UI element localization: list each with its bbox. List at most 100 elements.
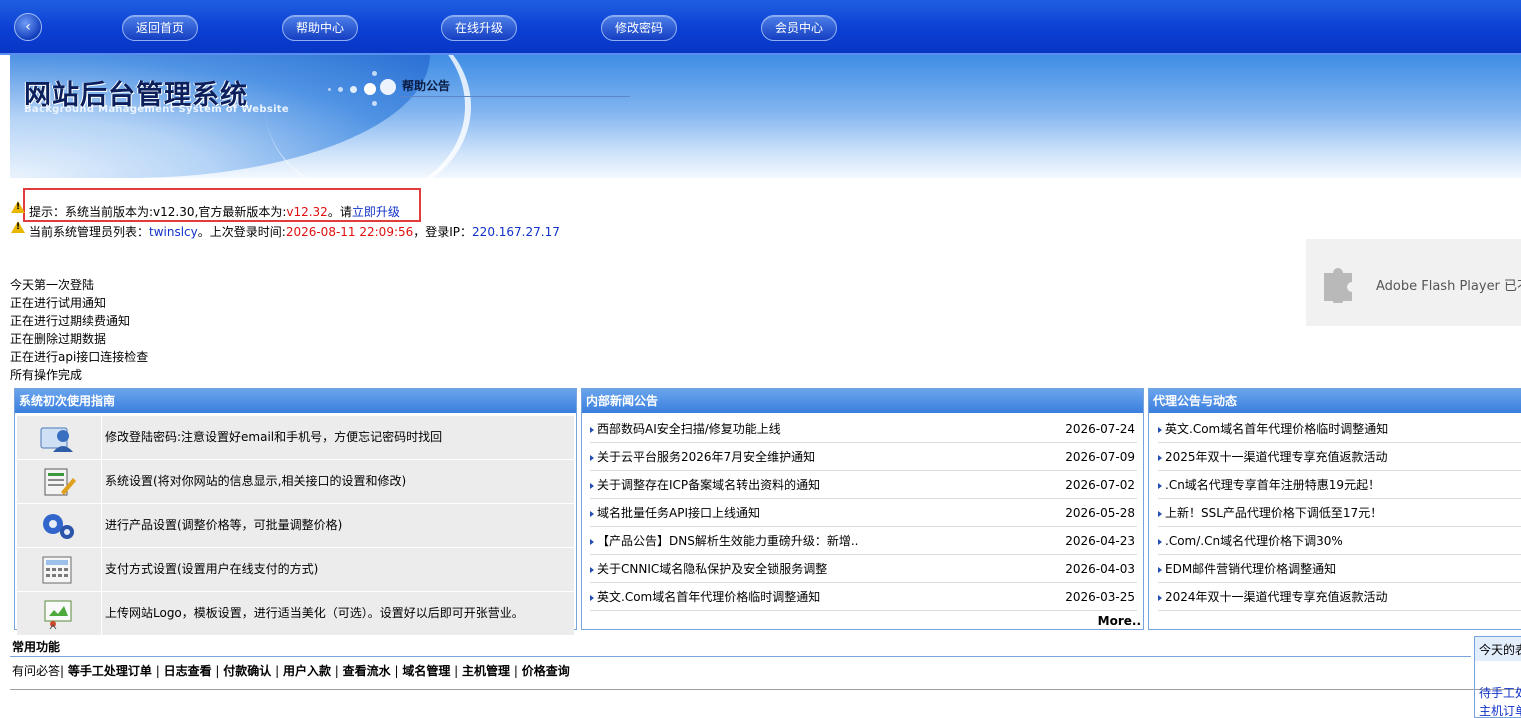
payment-confirm-link[interactable]: 付款确认 (223, 664, 271, 678)
user-deposit-link[interactable]: 用户入款 (283, 664, 331, 678)
section-title: 帮助公告 (402, 79, 451, 93)
presentation-board-icon (44, 600, 72, 630)
domain-management-link[interactable]: 域名管理 (402, 664, 450, 678)
news-item-title[interactable]: 【产品公告】DNS解析生效能力重磅升级：新增.. (597, 534, 858, 548)
bullet-arrow-icon (1158, 510, 1162, 517)
today-panel: 今天的表 待手工处 主机订单 (1474, 636, 1521, 718)
upgrade-now-link[interactable]: 立即升级 (352, 205, 400, 219)
bullet-arrow-icon (1158, 482, 1162, 489)
divider (10, 656, 1471, 657)
version-notice: 提示：系统当前版本为:v12.30,官方最新版本为:v12.32。请立即升级 (29, 203, 400, 220)
back-arrow-icon[interactable]: ‹ (14, 13, 42, 41)
nav-change-password-button[interactable]: 修改密码 (601, 15, 677, 41)
header-banner: 网站后台管理系统 Background Management System of… (10, 55, 1521, 178)
status-line: 正在删除过期数据 (10, 332, 107, 346)
news-item[interactable]: 关于调整存在ICP备案域名转出资料的通知 2026-07-02 (590, 471, 1137, 499)
news-item-title[interactable]: 域名批量任务API接口上线通知 (597, 506, 760, 520)
guide-item-text[interactable]: 系统设置(将对你网站的信息显示,相关接口的设置和修改) (101, 460, 574, 503)
nav-member-center-button[interactable]: 会员中心 (761, 15, 837, 41)
bullet-arrow-icon (590, 454, 594, 461)
agent-item-title[interactable]: 2025年双十一渠道代理专享充值返款活动 (1165, 450, 1388, 464)
pending-orders-link[interactable]: 等手工处理订单 (68, 664, 152, 678)
bullet-arrow-icon (1158, 594, 1162, 601)
flash-plugin-placeholder[interactable]: Adobe Flash Player 已不 (1306, 239, 1521, 326)
agent-item-title[interactable]: EDM邮件营销代理价格调整通知 (1165, 562, 1336, 576)
guide-item-text[interactable]: 进行产品设置(调整价格等，可批量调整价格) (101, 504, 574, 547)
status-log: 今天第一次登陆 正在进行试用通知 正在进行过期续费通知 正在删除过期数据 正在进… (10, 276, 148, 384)
transaction-log-link[interactable]: 查看流水 (343, 664, 391, 678)
agent-item-title[interactable]: .Cn域名代理专享首年注册特惠19元起！ (1165, 478, 1380, 492)
divider (10, 689, 1521, 690)
agent-item[interactable]: 英文.Com域名首年代理价格临时调整通知 (1158, 415, 1521, 443)
news-item-title[interactable]: 关于CNNIC域名隐私保护及安全锁服务调整 (597, 562, 827, 576)
faq-link[interactable]: 有问必答 (12, 664, 60, 678)
news-item-title[interactable]: 关于调整存在ICP备案域名转出资料的通知 (597, 478, 820, 492)
news-item[interactable]: 西部数码AI安全扫描/修复功能上线 2026-07-24 (590, 415, 1137, 443)
agent-item-title[interactable]: 上新！SSL产品代理价格下调低至17元！ (1165, 506, 1382, 520)
guide-item-logo-template[interactable]: 上传网站Logo，模板设置，进行适当美化（可选）。设置好以后即可开张营业。 (15, 592, 576, 636)
status-line: 今天第一次登陆 (10, 278, 95, 292)
news-item-title[interactable]: 西部数码AI安全扫描/修复功能上线 (597, 422, 781, 436)
agent-item[interactable]: 上新！SSL产品代理价格下调低至17元！ (1158, 499, 1521, 527)
top-navigation: ‹ 返回首页 帮助中心 在线升级 修改密码 会员中心 (0, 0, 1521, 55)
news-more-link[interactable]: More.. (1098, 614, 1141, 628)
news-item-date: 2026-04-03 (1065, 562, 1135, 576)
guide-item-password[interactable]: 修改登陆密码:注意设置好email和手机号，方便忘记密码时找回 (15, 416, 576, 460)
guide-item-product-settings[interactable]: 进行产品设置(调整价格等，可批量调整价格) (15, 504, 576, 548)
status-line: 正在进行试用通知 (10, 296, 107, 310)
bullet-arrow-icon (1158, 566, 1162, 573)
calculator-grid-icon (42, 556, 72, 584)
news-item-date: 2026-07-02 (1065, 478, 1135, 492)
agent-item-title[interactable]: 2024年双十一渠道代理专享充值返款活动 (1165, 590, 1388, 604)
bullet-arrow-icon (590, 482, 594, 489)
bullet-arrow-icon (590, 566, 594, 573)
bullet-arrow-icon (590, 594, 594, 601)
agent-item-title[interactable]: .Com/.Cn域名代理价格下调30% (1165, 534, 1343, 548)
admin-list-label: 当前系统管理员列表： (29, 225, 150, 239)
agent-item[interactable]: EDM邮件营销代理价格调整通知 (1158, 555, 1521, 583)
guide-item-text[interactable]: 修改登陆密码:注意设置好email和手机号，方便忘记密码时找回 (101, 416, 574, 459)
guide-item-text[interactable]: 支付方式设置(设置用户在线支付的方式) (101, 548, 574, 591)
today-host-orders-link[interactable]: 主机订单 (1479, 702, 1521, 717)
agent-item-title[interactable]: 英文.Com域名首年代理价格临时调整通知 (1165, 422, 1388, 436)
bullet-arrow-icon (590, 538, 594, 545)
agent-item[interactable]: 2025年双十一渠道代理专享充值返款活动 (1158, 443, 1521, 471)
host-management-link[interactable]: 主机管理 (462, 664, 510, 678)
guide-item-text[interactable]: 上传网站Logo，模板设置，进行适当美化（可选）。设置好以后即可开张营业。 (101, 592, 574, 635)
news-item-title[interactable]: 英文.Com域名首年代理价格临时调整通知 (597, 590, 820, 604)
guide-item-payment-settings[interactable]: 支付方式设置(设置用户在线支付的方式) (15, 548, 576, 592)
user-card-icon (40, 427, 73, 452)
agent-panel: 代理公告与动态 英文.Com域名首年代理价格临时调整通知 2025年双十一渠道代… (1148, 388, 1521, 630)
news-item-date: 2026-07-24 (1065, 422, 1135, 436)
news-item[interactable]: 域名批量任务API接口上线通知 2026-05-28 (590, 499, 1137, 527)
admin-info: 当前系统管理员列表：twinslcy。上次登录时间:2026-08-11 22:… (29, 223, 560, 240)
news-item-date: 2026-03-25 (1065, 590, 1135, 604)
common-functions-title: 常用功能 (12, 640, 61, 654)
news-item-date: 2026-04-23 (1065, 534, 1135, 548)
status-line: 正在进行过期续费通知 (10, 314, 131, 328)
news-item[interactable]: 【产品公告】DNS解析生效能力重磅升级：新增.. 2026-04-23 (590, 527, 1137, 555)
gears-icon (43, 514, 74, 539)
log-view-link[interactable]: 日志查看 (164, 664, 212, 678)
nav-home-button[interactable]: 返回首页 (122, 15, 198, 41)
nav-upgrade-button[interactable]: 在线升级 (441, 15, 517, 41)
news-item[interactable]: 关于CNNIC域名隐私保护及安全锁服务调整 2026-04-03 (590, 555, 1137, 583)
bullet-arrow-icon (1158, 454, 1162, 461)
guide-item-system-settings[interactable]: 系统设置(将对你网站的信息显示,相关接口的设置和修改) (15, 460, 576, 504)
news-item[interactable]: 关于云平台服务2026年7月安全维护通知 2026-07-09 (590, 443, 1137, 471)
today-pending-link[interactable]: 待手工处 (1479, 684, 1521, 701)
price-query-link[interactable]: 价格查询 (522, 664, 570, 678)
site-logo-subtitle: Background Management System of Website (24, 104, 289, 115)
login-ip: 220.167.27.17 (472, 225, 560, 239)
agent-item[interactable]: .Com/.Cn域名代理价格下调30% (1158, 527, 1521, 555)
agent-item[interactable]: 2024年双十一渠道代理专享充值返款活动 (1158, 583, 1521, 611)
bullet-arrow-icon (590, 510, 594, 517)
news-item-title[interactable]: 关于云平台服务2026年7月安全维护通知 (597, 450, 815, 464)
agent-item[interactable]: .Cn域名代理专享首年注册特惠19元起！ (1158, 471, 1521, 499)
news-item[interactable]: 英文.Com域名首年代理价格临时调整通知 2026-03-25 (590, 583, 1137, 611)
section-divider (400, 96, 630, 97)
admin-name-link[interactable]: twinslcy (149, 225, 198, 239)
news-item-date: 2026-05-28 (1065, 506, 1135, 520)
news-panel: 内部新闻公告 西部数码AI安全扫描/修复功能上线 2026-07-24 关于云平台… (581, 388, 1144, 630)
nav-help-button[interactable]: 帮助中心 (282, 15, 358, 41)
